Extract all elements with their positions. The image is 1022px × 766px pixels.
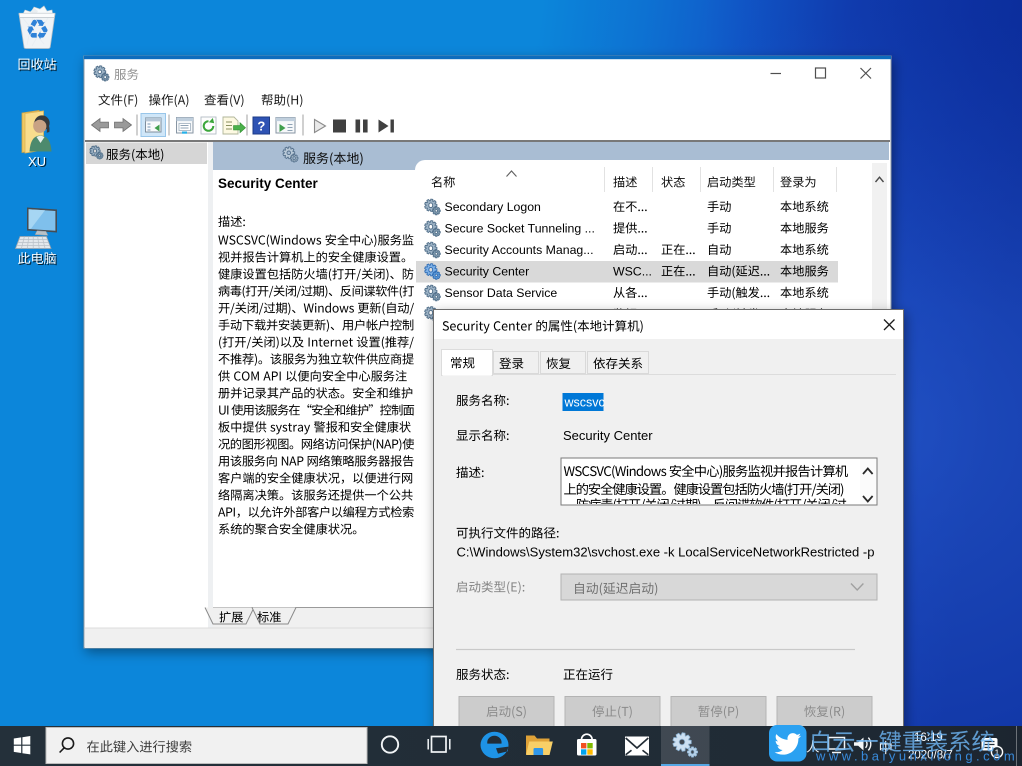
svg-text:Sensor Data Service: Sensor Data Service	[445, 286, 558, 300]
svg-text:www.baiyunxitong.com: www.baiyunxitong.com	[815, 749, 1018, 764]
svg-text:wscsvc: wscsvc	[564, 396, 605, 410]
svg-text:Security Accounts Manag...: Security Accounts Manag...	[445, 243, 594, 257]
svg-text:XU: XU	[28, 154, 46, 169]
svg-text:?: ?	[257, 119, 265, 134]
svg-text:Security Center: Security Center	[563, 428, 653, 443]
svg-text:Security Center: Security Center	[445, 265, 530, 279]
svg-text:Security Center: Security Center	[218, 176, 319, 191]
svg-text:Secure Socket Tunneling ...: Secure Socket Tunneling ...	[445, 222, 595, 236]
svg-text:WSC...: WSC...	[613, 265, 652, 279]
svg-text:C:\Windows\System32\svchost.ex: C:\Windows\System32\svchost.exe -k Local…	[457, 545, 875, 560]
svg-text:Secondary Logon: Secondary Logon	[445, 200, 542, 214]
